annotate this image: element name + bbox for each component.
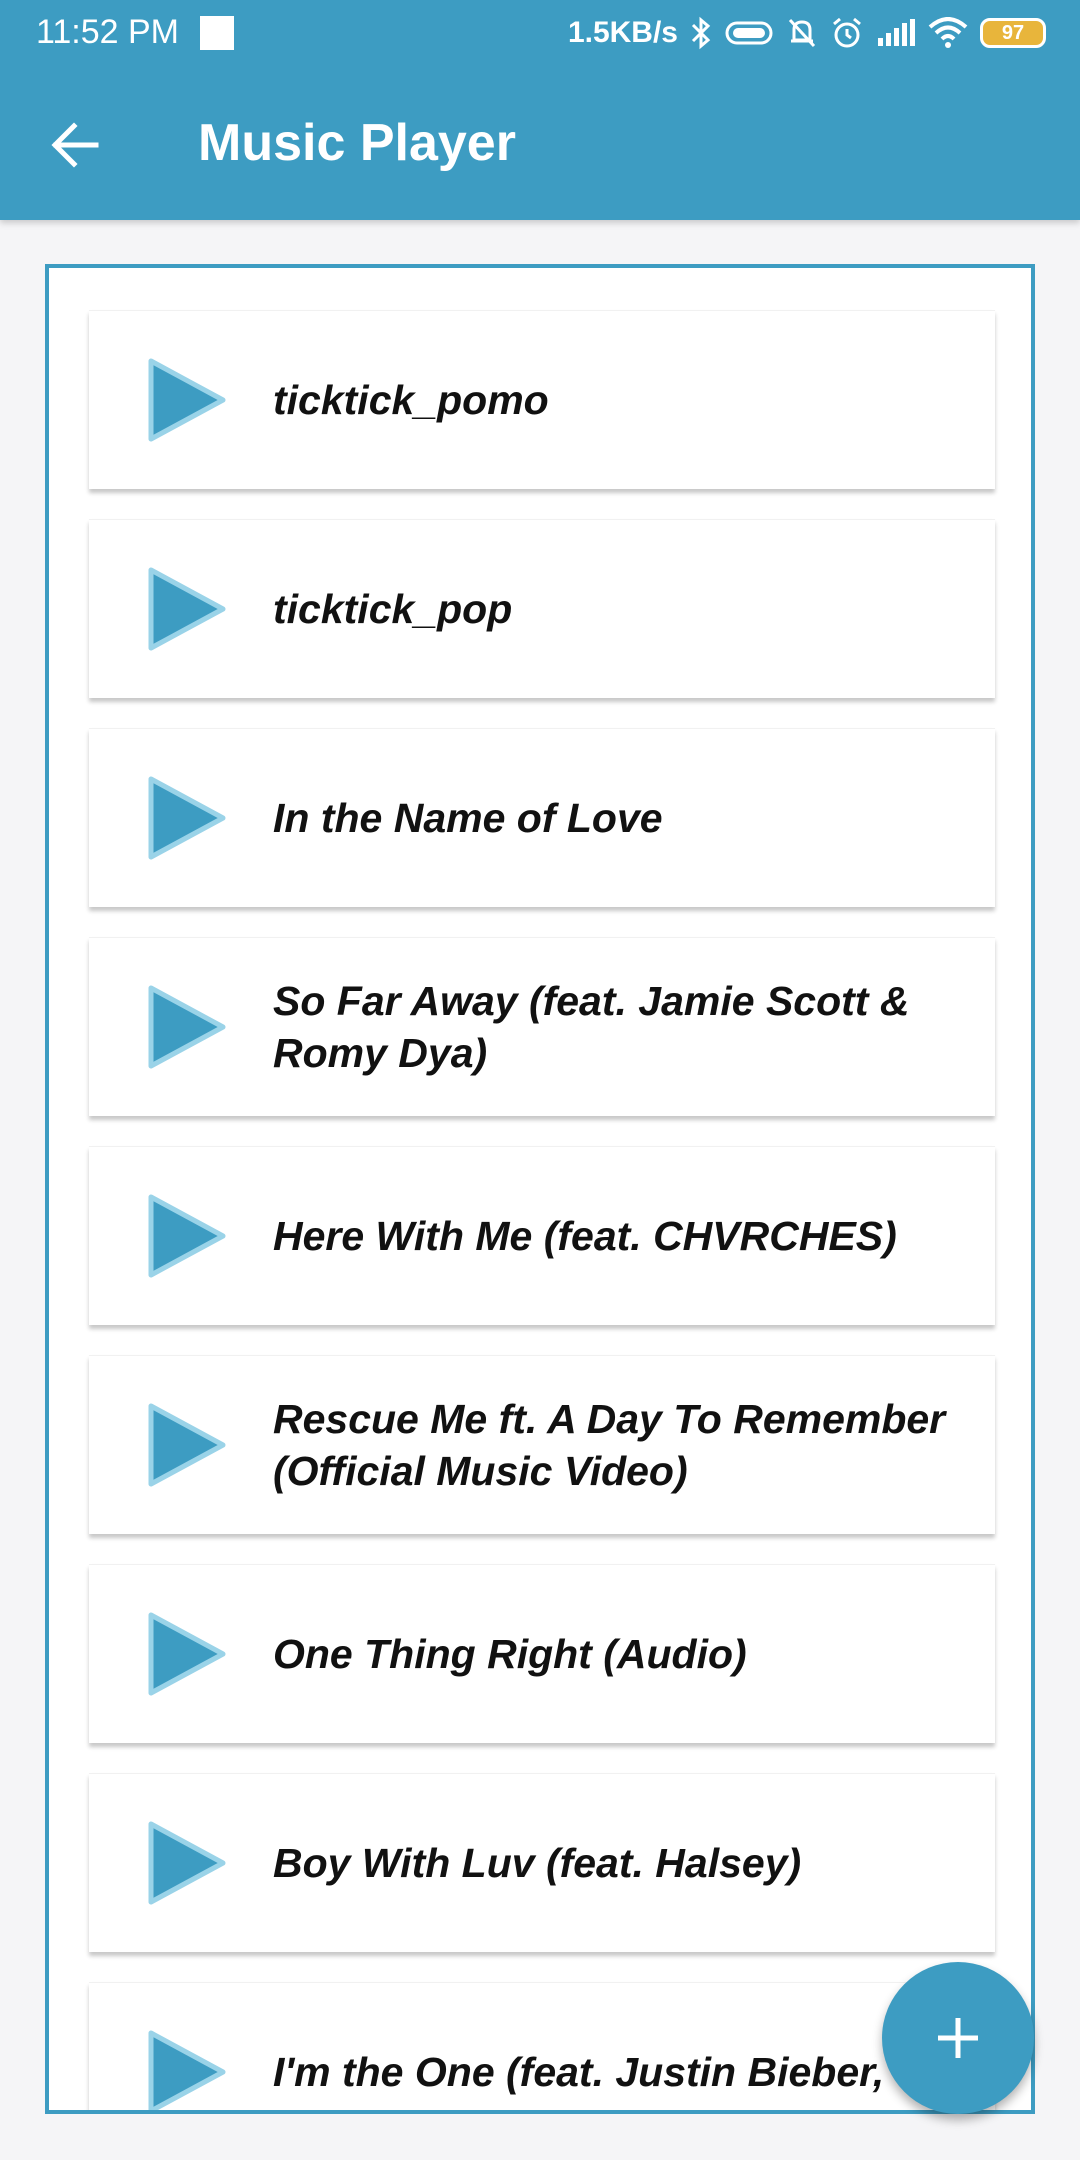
vibrate-icon [724, 18, 774, 48]
play-icon[interactable] [147, 984, 227, 1070]
network-speed: 1.5KB/s [567, 16, 678, 49]
signal-icon [876, 18, 916, 48]
song-list-container[interactable]: ticktick_pomo ticktick_pop In the Name o… [45, 264, 1035, 2114]
song-title: ticktick_pop [273, 586, 513, 632]
add-song-button[interactable] [882, 1962, 1034, 2114]
song-title: Here With Me (feat. CHVRCHES) [273, 1213, 897, 1259]
play-icon[interactable] [147, 1820, 227, 1906]
play-icon[interactable] [147, 1611, 227, 1697]
play-icon[interactable] [147, 357, 227, 443]
song-title: ticktick_pomo [273, 377, 549, 423]
song-item[interactable]: So Far Away (feat. Jamie Scott & Romy Dy… [89, 937, 995, 1116]
song-title: I'm the One (feat. Justin Bieber, [273, 2049, 885, 2095]
notification-square-icon [200, 16, 234, 50]
play-icon[interactable] [147, 2029, 227, 2114]
song-item[interactable]: One Thing Right (Audio) [89, 1564, 995, 1743]
play-icon[interactable] [147, 1402, 227, 1488]
play-icon[interactable] [147, 566, 227, 652]
song-title: So Far Away (feat. Jamie Scott & Romy Dy… [273, 978, 910, 1076]
top-bar: 11:52 PM 1.5KB/s 97 Music Player [0, 0, 1080, 220]
status-icons: 1.5KB/s 97 [568, 10, 1046, 56]
song-item[interactable]: Here With Me (feat. CHVRCHES) [89, 1146, 995, 1325]
song-title: One Thing Right (Audio) [273, 1631, 747, 1677]
page-title: Music Player [198, 114, 516, 172]
app-bar: Music Player [0, 66, 1080, 220]
song-item[interactable]: In the Name of Love [89, 728, 995, 907]
song-item[interactable]: I'm the One (feat. Justin Bieber, [89, 1982, 995, 2114]
status-bar: 11:52 PM 1.5KB/s 97 [0, 0, 1080, 66]
song-list: ticktick_pomo ticktick_pop In the Name o… [89, 310, 995, 2114]
song-title: Rescue Me ft. A Day To Remember (Officia… [273, 1396, 946, 1494]
play-icon[interactable] [147, 775, 227, 861]
song-item[interactable]: Boy With Luv (feat. Halsey) [89, 1773, 995, 1952]
song-title: In the Name of Love [273, 795, 663, 841]
alarm-icon [830, 16, 864, 50]
status-time: 11:52 PM [36, 13, 180, 51]
bluetooth-icon [690, 16, 712, 50]
arrow-left-icon [51, 122, 99, 168]
song-item[interactable]: ticktick_pop [89, 519, 995, 698]
plus-icon [938, 2018, 978, 2058]
song-item[interactable]: Rescue Me ft. A Day To Remember (Officia… [89, 1355, 995, 1534]
play-icon[interactable] [147, 1193, 227, 1279]
song-title: Boy With Luv (feat. Halsey) [273, 1840, 802, 1886]
back-button[interactable] [40, 110, 110, 180]
mute-bell-icon [786, 16, 818, 50]
battery-icon: 97 [980, 18, 1046, 48]
wifi-icon [928, 17, 968, 49]
battery-level: 97 [1001, 21, 1025, 44]
song-item[interactable]: ticktick_pomo [89, 310, 995, 489]
